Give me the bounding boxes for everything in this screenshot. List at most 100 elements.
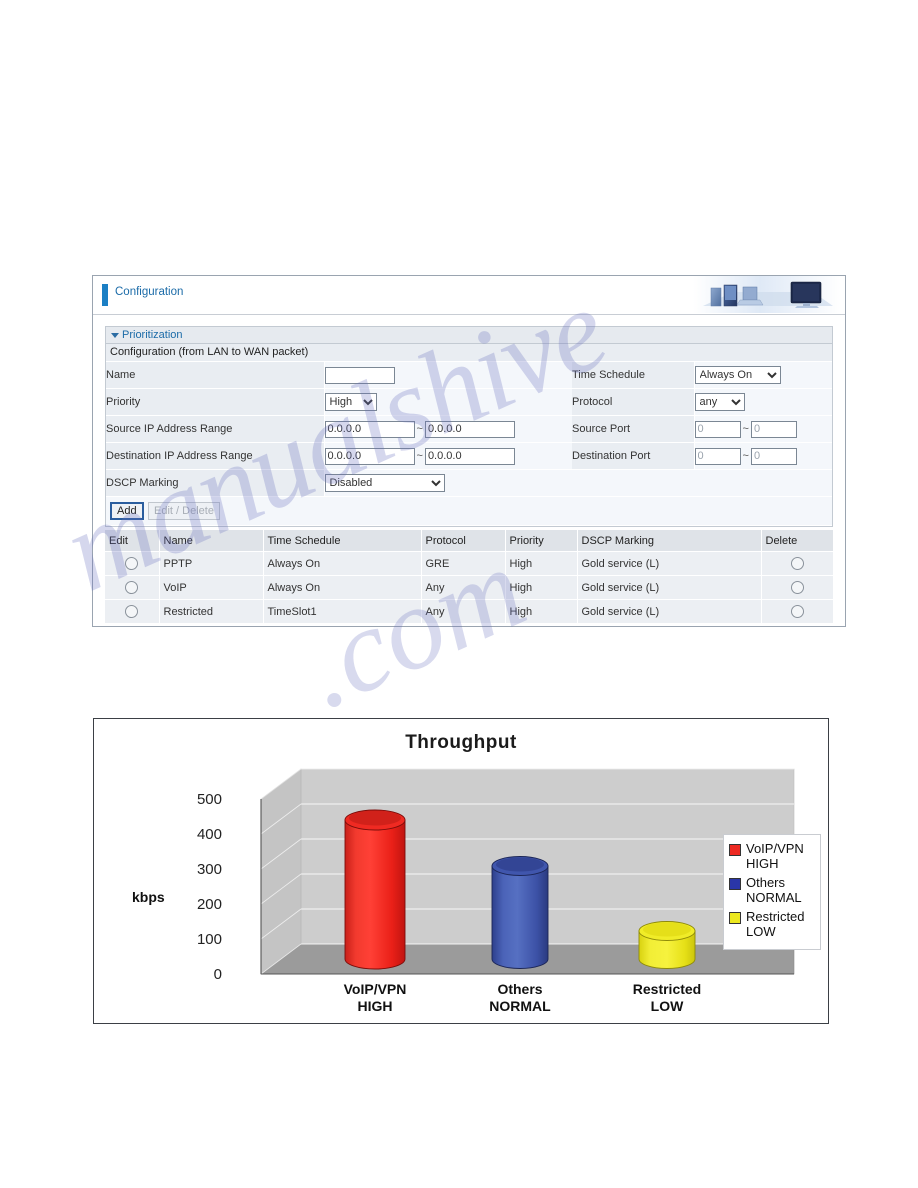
dest-port-from-input[interactable] bbox=[694, 447, 741, 465]
range-separator: ~ bbox=[742, 450, 749, 462]
protocol-cell: any bbox=[694, 388, 832, 416]
time-schedule-select[interactable]: Always On bbox=[694, 366, 781, 384]
name-label: Name bbox=[106, 362, 325, 389]
priority-cell: High bbox=[324, 388, 572, 416]
edit-radio-cell[interactable] bbox=[105, 551, 160, 576]
network-devices-illustration bbox=[693, 276, 841, 313]
legend-label-line-2: NORMAL bbox=[746, 890, 802, 905]
edit-radio-button[interactable] bbox=[125, 557, 139, 570]
add-button[interactable]: Add bbox=[110, 502, 144, 520]
protocol-select[interactable]: any bbox=[694, 393, 745, 411]
form-row-dscp: DSCP Marking Disabled bbox=[106, 469, 832, 497]
legend-item-others: Others NORMAL bbox=[729, 875, 816, 905]
row-dscp: Gold service (L) bbox=[577, 575, 762, 600]
col-priority: Priority bbox=[505, 530, 578, 552]
delete-radio-cell[interactable] bbox=[761, 575, 834, 600]
x-category-line-1: VoIP/VPN bbox=[343, 981, 407, 997]
row-protocol: Any bbox=[421, 575, 506, 600]
form-button-row: Add Edit / Delete bbox=[106, 497, 832, 526]
name-field-cell bbox=[324, 362, 572, 389]
row-time-schedule: Always On bbox=[263, 575, 422, 600]
source-port-to-input[interactable] bbox=[750, 420, 797, 438]
dest-ip-range-cell: ~ bbox=[324, 442, 572, 470]
source-port-from-input[interactable] bbox=[694, 420, 741, 438]
chevron-down-icon bbox=[111, 333, 119, 338]
dscp-spacer-right bbox=[694, 469, 832, 497]
dscp-spacer-left bbox=[572, 469, 694, 497]
row-name: VoIP bbox=[159, 575, 264, 600]
legend-swatch-icon bbox=[729, 878, 741, 890]
priority-label: Priority bbox=[106, 388, 325, 416]
y-tick-500: 500 bbox=[196, 791, 222, 808]
x-category-line-2: HIGH bbox=[357, 998, 393, 1014]
configuration-form-table: Name Time Schedule Always On Priority Hi… bbox=[106, 362, 832, 497]
x-category-others: Others NORMAL bbox=[450, 981, 590, 1015]
dest-ip-to-input[interactable] bbox=[424, 447, 515, 465]
dscp-marking-label: DSCP Marking bbox=[106, 469, 325, 497]
bar-restricted bbox=[638, 921, 696, 969]
col-name: Name bbox=[159, 530, 264, 552]
legend-swatch-icon bbox=[729, 844, 741, 856]
x-category-line-1: Others bbox=[497, 981, 543, 997]
form-row-dest-ip-port: Destination IP Address Range ~ Destinati… bbox=[106, 442, 832, 470]
bar-others bbox=[491, 856, 549, 969]
source-ip-to-input[interactable] bbox=[424, 420, 515, 438]
delete-radio-button[interactable] bbox=[790, 605, 804, 618]
source-port-cell: ~ bbox=[694, 415, 832, 443]
section-title: Prioritization bbox=[122, 329, 183, 341]
page-title: Configuration bbox=[115, 286, 184, 298]
y-axis-label: kbps bbox=[132, 889, 165, 905]
row-protocol: GRE bbox=[421, 551, 506, 576]
source-ip-range-label: Source IP Address Range bbox=[106, 415, 325, 443]
delete-radio-button[interactable] bbox=[790, 581, 804, 594]
range-separator: ~ bbox=[416, 450, 423, 462]
source-ip-from-input[interactable] bbox=[324, 420, 415, 438]
time-schedule-label: Time Schedule bbox=[572, 362, 695, 389]
x-category-voip-vpn: VoIP/VPN HIGH bbox=[305, 981, 445, 1015]
table-row: PPTP Always On GRE High Gold service (L) bbox=[105, 551, 834, 576]
table-row: Restricted TimeSlot1 Any High Gold servi… bbox=[105, 599, 834, 624]
col-delete: Delete bbox=[761, 530, 834, 552]
legend-label-line-1: Others bbox=[746, 875, 786, 890]
row-time-schedule: TimeSlot1 bbox=[263, 599, 422, 624]
edit-radio-cell[interactable] bbox=[105, 599, 160, 624]
col-time-schedule: Time Schedule bbox=[263, 530, 422, 552]
source-ip-range-cell: ~ bbox=[324, 415, 572, 443]
legend-label: VoIP/VPN HIGH bbox=[746, 841, 804, 871]
row-priority: High bbox=[505, 575, 578, 600]
legend-label: Restricted LOW bbox=[746, 909, 805, 939]
rules-grid: Edit Name Time Schedule Protocol Priorit… bbox=[105, 530, 834, 624]
dest-port-to-input[interactable] bbox=[750, 447, 797, 465]
delete-radio-cell[interactable] bbox=[761, 551, 834, 576]
row-name: Restricted bbox=[159, 599, 264, 624]
x-category-line-2: LOW bbox=[650, 998, 684, 1014]
source-port-label: Source Port bbox=[572, 415, 695, 443]
row-protocol: Any bbox=[421, 599, 506, 624]
prioritization-form: Configuration (from LAN to WAN packet) N… bbox=[105, 344, 833, 527]
legend-label-line-1: Restricted bbox=[746, 909, 805, 924]
name-input[interactable] bbox=[324, 366, 395, 384]
form-row-source-ip-port: Source IP Address Range ~ Source Port ~ bbox=[106, 415, 832, 443]
edit-radio-button[interactable] bbox=[125, 581, 139, 594]
row-name: PPTP bbox=[159, 551, 264, 576]
edit-delete-button: Edit / Delete bbox=[148, 502, 220, 520]
prioritization-section-header[interactable]: Prioritization bbox=[105, 326, 833, 344]
prioritization-rules-table: Edit Name Time Schedule Protocol Priorit… bbox=[105, 530, 834, 624]
y-tick-300: 300 bbox=[196, 861, 222, 878]
y-tick-0: 0 bbox=[213, 966, 222, 983]
legend-swatch-icon bbox=[729, 912, 741, 924]
dscp-marking-select[interactable]: Disabled bbox=[324, 474, 445, 492]
protocol-label: Protocol bbox=[572, 388, 695, 416]
delete-radio-button[interactable] bbox=[790, 557, 804, 570]
legend-item-voip-vpn: VoIP/VPN HIGH bbox=[729, 841, 816, 871]
legend-label-line-1: VoIP/VPN bbox=[746, 841, 804, 856]
edit-radio-cell[interactable] bbox=[105, 575, 160, 600]
delete-radio-cell[interactable] bbox=[761, 599, 834, 624]
dscp-marking-cell: Disabled bbox=[324, 469, 572, 497]
dest-ip-range-label: Destination IP Address Range bbox=[106, 442, 325, 470]
dest-ip-from-input[interactable] bbox=[324, 447, 415, 465]
router-configuration-panel: Configuration Prioritization Configurati… bbox=[92, 275, 846, 627]
edit-radio-button[interactable] bbox=[125, 605, 139, 618]
priority-select[interactable]: High bbox=[324, 393, 377, 411]
row-priority: High bbox=[505, 599, 578, 624]
